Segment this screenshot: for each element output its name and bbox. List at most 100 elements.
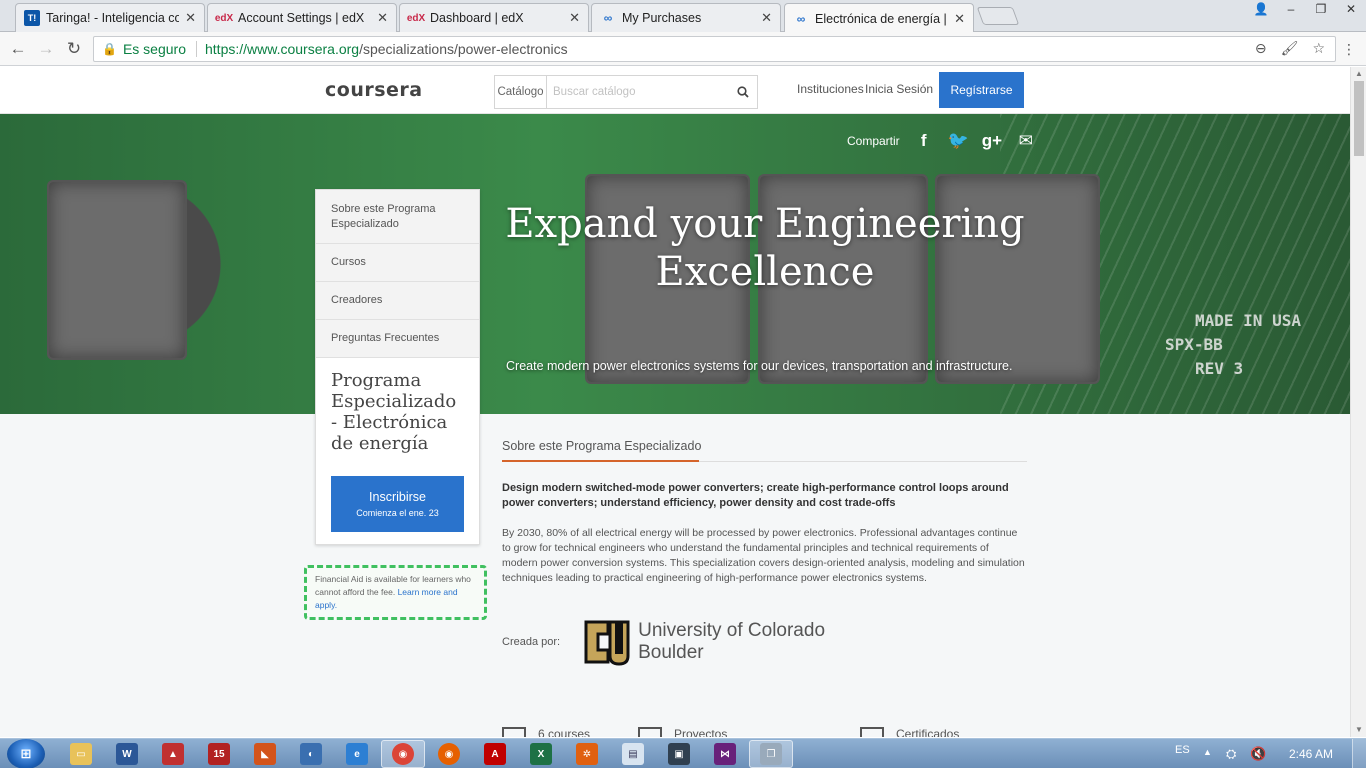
stat-label: Certificados — [896, 727, 960, 737]
stats-row: 6 courses Proyectos Certificados — [502, 727, 1027, 737]
board-marking-spx-bb: SPX-BB — [1165, 335, 1223, 354]
start-button[interactable]: ⊞ — [7, 739, 45, 768]
board-marking-made-in-usa: MADE IN USA — [1195, 311, 1301, 330]
close-icon[interactable]: ✕ — [377, 10, 388, 26]
file-explorer-icon[interactable]: ▭ — [70, 743, 92, 765]
scroll-down-icon[interactable]: ▼ — [1355, 725, 1363, 734]
projects-icon — [638, 727, 662, 737]
stat-label: 6 courses — [538, 727, 591, 737]
scroll-up-icon[interactable]: ▲ — [1355, 69, 1363, 78]
minimize-icon[interactable]: ‒ — [1276, 0, 1306, 18]
browser-tab-strip: T! Taringa! - Inteligencia co ✕ edX Acco… — [0, 0, 1366, 33]
tab-label: Dashboard | edX — [430, 11, 524, 25]
share-label: Compartir — [847, 134, 900, 148]
url-host: https://www.coursera.org — [205, 41, 360, 57]
omnibox[interactable]: 🔒 Es seguro https://www.coursera.org /sp… — [93, 36, 1336, 62]
app-window-icon[interactable]: ❐ — [760, 743, 782, 765]
sidenav-item-faq[interactable]: Preguntas Frecuentes — [316, 320, 479, 358]
page-scrollbar[interactable]: ▲ ▼ — [1350, 67, 1366, 737]
pdf-reader-icon[interactable]: ▲ — [162, 743, 184, 765]
new-tab-button[interactable] — [976, 7, 1020, 25]
email-icon[interactable]: ✉ — [1016, 131, 1036, 151]
pcb-chip — [47, 180, 187, 360]
login-link[interactable]: Inicia Sesión — [865, 82, 933, 96]
university-name[interactable]: University of Colorado Boulder — [638, 620, 848, 664]
app-orange-icon[interactable]: ✲ — [576, 743, 598, 765]
created-by-label: Creada por: — [502, 636, 561, 648]
coursera-logo[interactable]: coursera — [325, 79, 423, 101]
coursera-favicon-icon: ∞ — [603, 11, 613, 25]
tray-expand-icon[interactable]: ▲ — [1203, 747, 1212, 757]
stat-projects: Proyectos — [638, 727, 727, 737]
section-title: Sobre este Programa Especializado — [502, 439, 1027, 462]
search-icon[interactable] — [729, 86, 757, 98]
institutions-link[interactable]: Instituciones — [797, 82, 864, 96]
lock-icon: 🔒 — [102, 42, 117, 56]
sidenav-item-creators[interactable]: Creadores — [316, 282, 479, 320]
tab-my-purchases[interactable]: ∞ My Purchases ✕ — [591, 3, 781, 32]
clock[interactable]: 2:46 AM — [1289, 747, 1333, 761]
show-desktop-button[interactable] — [1352, 739, 1366, 768]
terminal-icon[interactable]: ▣ — [668, 743, 690, 765]
tab-edx-dashboard[interactable]: edX Dashboard | edX ✕ — [399, 3, 589, 32]
enroll-start-date: Comienza el ene. 23 — [356, 508, 439, 518]
facebook-icon[interactable]: f — [914, 131, 934, 151]
network-icon[interactable]: ⛭ — [1226, 746, 1236, 762]
tab-label: Electrónica de energía | C — [815, 11, 949, 26]
extension-icon[interactable]: 🖌 — [1281, 40, 1299, 57]
google-plus-icon[interactable]: g+ — [982, 131, 1002, 151]
tab-label: My Purchases — [622, 11, 702, 25]
close-icon[interactable]: ✕ — [185, 10, 196, 26]
coursera-favicon-icon: ∞ — [796, 11, 806, 26]
program-name: Programa Especializado - Electrónica de … — [331, 370, 457, 454]
share-bar: Compartir f 🐦 g+ ✉ — [847, 131, 1036, 151]
taringa-favicon-icon: T! — [24, 10, 40, 26]
app-2015-icon[interactable]: 15 — [208, 743, 230, 765]
back-icon[interactable]: ← — [8, 39, 28, 59]
cu-boulder-logo-icon[interactable] — [582, 616, 632, 668]
enroll-button[interactable]: Inscribirse Comienza el ene. 23 — [331, 476, 464, 532]
chrome-icon[interactable]: ◉ — [392, 743, 414, 765]
tab-taringa[interactable]: T! Taringa! - Inteligencia co ✕ — [15, 3, 205, 32]
app-icon[interactable]: ◐ — [300, 743, 322, 765]
tab-edx-account[interactable]: edX Account Settings | edX ✕ — [207, 3, 397, 32]
matlab-icon[interactable]: ◣ — [254, 743, 276, 765]
forward-icon[interactable]: → — [36, 39, 56, 59]
zoom-icon[interactable]: ⊖ — [1255, 40, 1267, 57]
courses-icon — [502, 727, 526, 737]
omnibox-divider — [196, 41, 197, 57]
close-icon[interactable]: ✕ — [761, 10, 772, 26]
body-text: By 2030, 80% of all electrical energy wi… — [502, 527, 1025, 584]
board-marking-rev: REV 3 — [1195, 359, 1244, 378]
close-window-icon[interactable]: ✕ — [1336, 0, 1366, 18]
word-icon[interactable]: W — [116, 743, 138, 765]
sidenav-item-about[interactable]: Sobre este Programa Especializado — [316, 190, 479, 244]
edx-favicon-icon: edX — [406, 12, 426, 24]
stat-courses: 6 courses — [502, 727, 590, 737]
visual-studio-icon[interactable]: ⋈ — [714, 743, 736, 765]
internet-explorer-icon[interactable]: e — [346, 743, 368, 765]
search-input[interactable] — [547, 86, 729, 98]
close-icon[interactable]: ✕ — [569, 10, 580, 26]
bookmark-star-icon[interactable]: ☆ — [1312, 40, 1325, 57]
close-icon[interactable]: ✕ — [954, 11, 965, 27]
acrobat-icon[interactable]: A — [484, 743, 506, 765]
secure-label: Es seguro — [122, 41, 186, 57]
excel-icon[interactable]: X — [530, 743, 552, 765]
url-path: /specializations/power-electronics — [359, 41, 568, 57]
restore-icon[interactable]: ❐ — [1306, 0, 1336, 18]
tab-electronica[interactable]: ∞ Electrónica de energía | C ✕ — [784, 3, 974, 33]
reload-icon[interactable]: ↻ — [64, 39, 84, 59]
notepad-icon[interactable]: ▤ — [622, 743, 644, 765]
firefox-icon[interactable]: ◉ — [438, 743, 460, 765]
sidenav-item-courses[interactable]: Cursos — [316, 244, 479, 282]
register-button[interactable]: Regístrarse — [939, 72, 1024, 108]
catalog-dropdown[interactable]: Catálogo — [495, 76, 547, 108]
volume-muted-icon[interactable]: 🔇 — [1250, 746, 1266, 762]
language-indicator[interactable]: ES — [1175, 744, 1190, 756]
scroll-thumb[interactable] — [1354, 81, 1364, 156]
user-icon[interactable]: 👤 — [1246, 0, 1276, 18]
twitter-icon[interactable]: 🐦 — [948, 131, 969, 151]
lead-text: Design modern switched-mode power conver… — [502, 482, 1009, 509]
browser-menu-icon[interactable]: ⋮ — [1342, 41, 1356, 58]
